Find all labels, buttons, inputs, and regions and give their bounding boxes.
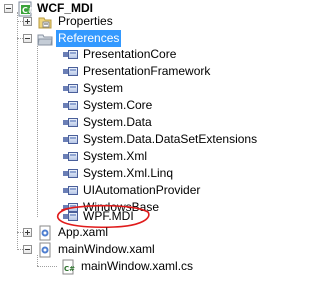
reference-item[interactable]: System: [0, 80, 258, 97]
main-window-xaml-cs-label: mainWindow.xaml.cs: [81, 259, 194, 273]
reference-item[interactable]: System.Data: [0, 114, 258, 131]
assembly-reference-icon: [63, 47, 79, 63]
expand-toggle[interactable]: [23, 228, 32, 237]
properties-node[interactable]: Properties: [0, 13, 258, 30]
references-folder-icon: [37, 34, 53, 46]
reference-item[interactable]: System.Xml.Linq: [0, 165, 258, 182]
assembly-reference-icon: [63, 64, 79, 80]
main-window-xaml-label: mainWindow.xaml: [58, 242, 155, 256]
reference-label: System.Data: [83, 115, 152, 129]
reference-label: PresentationFramework: [83, 64, 211, 78]
reference-label: PresentationCore: [83, 47, 177, 61]
assembly-reference-icon: [63, 149, 79, 165]
xaml-file-icon: [39, 225, 51, 241]
xaml-file-icon: [39, 242, 51, 258]
app-xaml-label: App.xaml: [58, 225, 109, 239]
properties-label: Properties: [58, 14, 113, 28]
main-window-xaml-cs-node[interactable]: C# mainWindow.xaml.cs: [0, 258, 258, 275]
collapse-toggle[interactable]: [23, 245, 32, 254]
references-label: References: [56, 30, 122, 47]
assembly-reference-icon: [63, 98, 79, 114]
collapse-toggle[interactable]: [4, 4, 13, 13]
reference-label: System.Xml.Linq: [83, 166, 174, 180]
reference-item[interactable]: System.Core: [0, 97, 258, 114]
reference-item[interactable]: PresentationFramework: [0, 63, 258, 80]
reference-label: System.Xml: [83, 149, 148, 163]
assembly-reference-icon: [63, 81, 79, 97]
references-node[interactable]: References: [0, 30, 258, 47]
main-window-xaml-node[interactable]: mainWindow.xaml: [0, 241, 258, 258]
collapse-toggle[interactable]: [23, 34, 32, 43]
assembly-reference-icon: [63, 132, 79, 148]
assembly-reference-icon: [63, 115, 79, 131]
reference-label: System.Core: [83, 98, 153, 112]
reference-item[interactable]: System.Data.DataSetExtensions: [0, 131, 258, 148]
assembly-reference-icon: [63, 183, 79, 199]
app-xaml-node[interactable]: App.xaml: [0, 224, 258, 241]
reference-label: UIAutomationProvider: [83, 183, 201, 197]
expand-toggle[interactable]: [23, 17, 32, 26]
reference-item[interactable]: System.Xml: [0, 148, 258, 165]
reference-item[interactable]: PresentationCore: [0, 46, 258, 63]
solution-explorer-tree: C# WCF_MDI Properties References Present…: [0, 0, 258, 302]
assembly-reference-icon: [63, 166, 79, 182]
reference-item[interactable]: UIAutomationProvider: [0, 182, 258, 199]
reference-label: System.Data.DataSetExtensions: [83, 132, 258, 146]
svg-text:C#: C#: [64, 265, 75, 273]
reference-label: System: [83, 81, 124, 95]
properties-icon: [38, 17, 52, 29]
csharp-file-icon: C#: [62, 259, 75, 275]
